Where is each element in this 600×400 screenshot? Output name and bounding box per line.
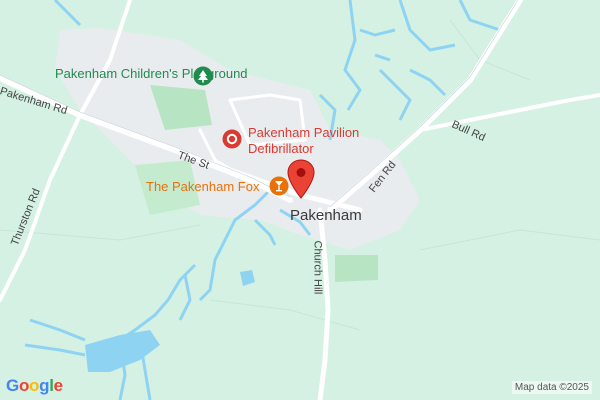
medical-plus-icon[interactable] (222, 129, 242, 154)
logo-letter: G (6, 376, 19, 395)
logo-letter: e (53, 376, 63, 395)
pavilion-label[interactable]: Pakenham Pavilion Defibrillator (248, 125, 359, 157)
logo-letter: o (29, 376, 40, 395)
cocktail-glass-icon[interactable] (269, 176, 289, 201)
google-logo[interactable]: Google (6, 376, 63, 396)
town-label: Pakenham (290, 207, 362, 224)
logo-letter: g (39, 376, 50, 395)
playground-label[interactable]: Pakenham Children's Playground (55, 67, 248, 80)
fox-label[interactable]: The Pakenham Fox (146, 180, 259, 193)
map-attribution[interactable]: Map data ©2025 (511, 381, 592, 394)
map-view[interactable]: Pakenham Children's Playground Pakenham … (0, 0, 600, 400)
road-label-church-hill: Church Hill (311, 240, 324, 295)
red-location-pin-icon[interactable] (287, 159, 315, 204)
field-south (335, 255, 378, 282)
tree-icon[interactable] (193, 66, 213, 91)
logo-letter: o (18, 376, 30, 395)
